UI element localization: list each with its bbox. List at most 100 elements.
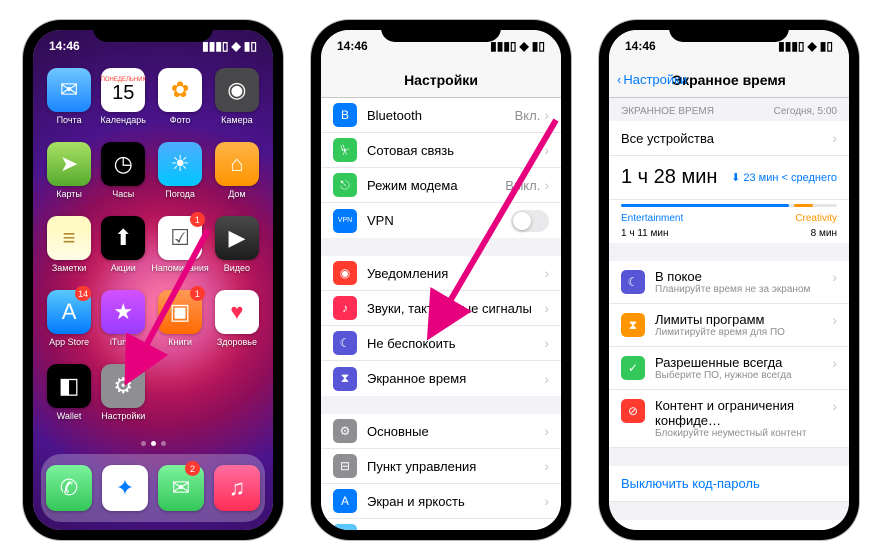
settings-list: BBluetoothВкл.›⏧Сотовая связь›⎋Режим мод… bbox=[321, 98, 561, 530]
settings-row-VPN[interactable]: VPNVPN bbox=[321, 203, 561, 238]
app-Книги[interactable]: ▣1Книги bbox=[151, 290, 208, 362]
nav-title: Настройки bbox=[404, 72, 478, 88]
app-Календарь[interactable]: ПОНЕДЕЛЬНИК15Календарь bbox=[97, 68, 149, 140]
app-label: iTunes bbox=[110, 337, 137, 347]
app-label: Почта bbox=[57, 115, 82, 125]
row-icon: ☾ bbox=[333, 331, 357, 355]
phone-home: 14:46 ▮▮▮▯ ◆ ▮▯ ✉︎ПочтаПОНЕДЕЛЬНИК15Кале… bbox=[23, 20, 283, 540]
notch bbox=[669, 20, 789, 42]
chevron-right-icon: › bbox=[544, 493, 549, 509]
settings-row-Пункт управления[interactable]: ⊟Пункт управления› bbox=[321, 449, 561, 484]
app-iTunes[interactable]: ★ iTunes bbox=[97, 290, 149, 362]
app-icon: ПОНЕДЕЛЬНИК15 bbox=[101, 68, 145, 112]
app-Фото[interactable]: ✿Фото bbox=[151, 68, 208, 140]
devices-row[interactable]: Все устройства › bbox=[609, 121, 849, 156]
item-subtitle: Блокируйте неуместный контент bbox=[655, 428, 832, 439]
app-Часы[interactable]: ◷ Часы bbox=[97, 142, 149, 214]
signal-icon: ▮▮▮▯ bbox=[490, 39, 516, 53]
app-Погода[interactable]: ☀︎Погода bbox=[151, 142, 208, 214]
battery-icon: ▮▯ bbox=[532, 39, 545, 53]
signal-icon: ▮▮▮▯ bbox=[778, 39, 804, 53]
row-icon: ♪ bbox=[333, 296, 357, 320]
row-label: VPN bbox=[367, 213, 511, 228]
app-App Store[interactable]: A14App Store bbox=[43, 290, 95, 362]
settings-row-Сотовая связь[interactable]: ⏧Сотовая связь› bbox=[321, 133, 561, 168]
app-Камера[interactable]: ◉Камера bbox=[211, 68, 263, 140]
app-icon: ✆ bbox=[46, 465, 92, 511]
screentime-item-Контент и ограничения конфиде…[interactable]: ⊘Контент и ограничения конфиде…Блокируйт… bbox=[609, 390, 849, 448]
row-label: Режим модема bbox=[367, 178, 505, 193]
row-icon: ☾ bbox=[621, 270, 645, 294]
total-row[interactable]: 1 ч 28 мин ⬇︎ 23 мин < среднего bbox=[609, 156, 849, 200]
app-Телефон[interactable]: ✆ bbox=[46, 465, 92, 511]
action-1[interactable]: Выключить Экранное время bbox=[609, 520, 849, 530]
settings-row-Обои[interactable]: ❀ Обои› bbox=[321, 519, 561, 530]
settings-row-Звуки, тактильные сигналы[interactable]: ♪Звуки, тактильные сигналы› bbox=[321, 291, 561, 326]
app-Wallet[interactable]: ◧Wallet bbox=[43, 364, 95, 436]
page-indicator[interactable] bbox=[33, 437, 273, 450]
row-label: Обои bbox=[367, 529, 544, 531]
app-icon: ⬆︎ bbox=[101, 216, 145, 260]
badge: 14 bbox=[75, 286, 91, 301]
statusbar-right: ▮▮▮▯ ◆ ▮▯ bbox=[202, 39, 257, 53]
badge: 1 bbox=[190, 212, 205, 227]
dock: ✆✦✉︎2♫ bbox=[41, 454, 265, 522]
row-label: Уведомления bbox=[367, 266, 544, 281]
section-header: ЭКРАННОЕ ВРЕМЯ Сегодня, 5:00 bbox=[609, 98, 849, 121]
app-icon: ◷ bbox=[101, 142, 145, 186]
row-value: Вкл. bbox=[515, 108, 541, 123]
screentime-item-Лимиты программ[interactable]: ⧗Лимиты программЛимитируйте время для ПО… bbox=[609, 304, 849, 347]
settings-row-Не беспокоить[interactable]: ☾ Не беспокоить› bbox=[321, 326, 561, 361]
app-label: App Store bbox=[49, 337, 89, 347]
settings-row-Экран и яркость[interactable]: AЭкран и яркость› bbox=[321, 484, 561, 519]
app-Почта[interactable]: ✉︎Почта bbox=[43, 68, 95, 140]
item-subtitle: Лимитируйте время для ПО bbox=[655, 327, 832, 338]
app-icon: ✿ bbox=[158, 68, 202, 112]
app-icon: ★ bbox=[101, 290, 145, 334]
row-icon: ❀ bbox=[333, 524, 357, 530]
app-Safari[interactable]: ✦ bbox=[102, 465, 148, 511]
screentime-items: ☾В покоеПланируйте время не за экраном›⧗… bbox=[609, 261, 849, 448]
screentime-item-Разрешенные всегда[interactable]: ✓Разрешенные всегдаВыберите ПО, нужное в… bbox=[609, 347, 849, 390]
back-button[interactable]: ‹ Настройки bbox=[617, 72, 687, 87]
settings-row-Режим модема[interactable]: ⎋Режим модемаВыкл.› bbox=[321, 168, 561, 203]
toggle[interactable] bbox=[511, 210, 549, 232]
app-Музыка[interactable]: ♫ bbox=[214, 465, 260, 511]
chevron-right-icon: › bbox=[544, 423, 549, 439]
statusbar-right: ▮▮▮▯ ◆ ▮▯ bbox=[490, 39, 545, 53]
app-Здоровье[interactable]: ♥︎Здоровье bbox=[211, 290, 263, 362]
chevron-right-icon: › bbox=[544, 335, 549, 351]
app-label: Видео bbox=[224, 263, 250, 273]
item-title: Разрешенные всегда bbox=[655, 355, 832, 370]
app-Дом[interactable]: ⌂Дом bbox=[211, 142, 263, 214]
settings-row-Основные[interactable]: ⚙︎Основные› bbox=[321, 414, 561, 449]
settings-row-Уведомления[interactable]: ◉Уведомления› bbox=[321, 256, 561, 291]
wifi-icon: ◆ bbox=[520, 39, 529, 53]
app-label: Камера bbox=[221, 115, 252, 125]
navbar: Настройки bbox=[321, 62, 561, 98]
app-grid: ✉︎ПочтаПОНЕДЕЛЬНИК15Календарь✿Фото◉Камер… bbox=[33, 62, 273, 437]
statusbar-time: 14:46 bbox=[337, 39, 368, 53]
item-subtitle: Планируйте время не за экраном bbox=[655, 284, 832, 295]
action-0[interactable]: Выключить код-пароль bbox=[609, 466, 849, 502]
app-Сообщения[interactable]: ✉︎2 bbox=[158, 465, 204, 511]
app-Видео[interactable]: ▶︎Видео bbox=[211, 216, 263, 288]
app-Напоминания[interactable]: ☑︎1Напоминания bbox=[151, 216, 208, 288]
settings-row-Экранное время[interactable]: ⧗Экранное время› bbox=[321, 361, 561, 396]
app-Карты[interactable]: ➤Карты bbox=[43, 142, 95, 214]
chevron-right-icon: › bbox=[544, 528, 549, 530]
app-icon: ✦ bbox=[102, 465, 148, 511]
app-Акции[interactable]: ⬆︎Акции bbox=[97, 216, 149, 288]
notch bbox=[93, 20, 213, 42]
settings-row-Bluetooth[interactable]: BBluetoothВкл.› bbox=[321, 98, 561, 133]
badge: 2 bbox=[185, 461, 200, 476]
diff-label: ⬇︎ 23 мин < среднего bbox=[731, 171, 837, 184]
app-label: Погода bbox=[165, 189, 195, 199]
row-label: Не беспокоить bbox=[367, 336, 544, 351]
app-Заметки[interactable]: ≡Заметки bbox=[43, 216, 95, 288]
app-Настройки[interactable]: ⚙︎1Настройки bbox=[97, 364, 149, 436]
chevron-right-icon: › bbox=[832, 130, 837, 146]
app-label: Часы bbox=[112, 189, 134, 199]
row-icon: ⧗ bbox=[621, 313, 645, 337]
screentime-item-В покое[interactable]: ☾В покоеПланируйте время не за экраном› bbox=[609, 261, 849, 304]
